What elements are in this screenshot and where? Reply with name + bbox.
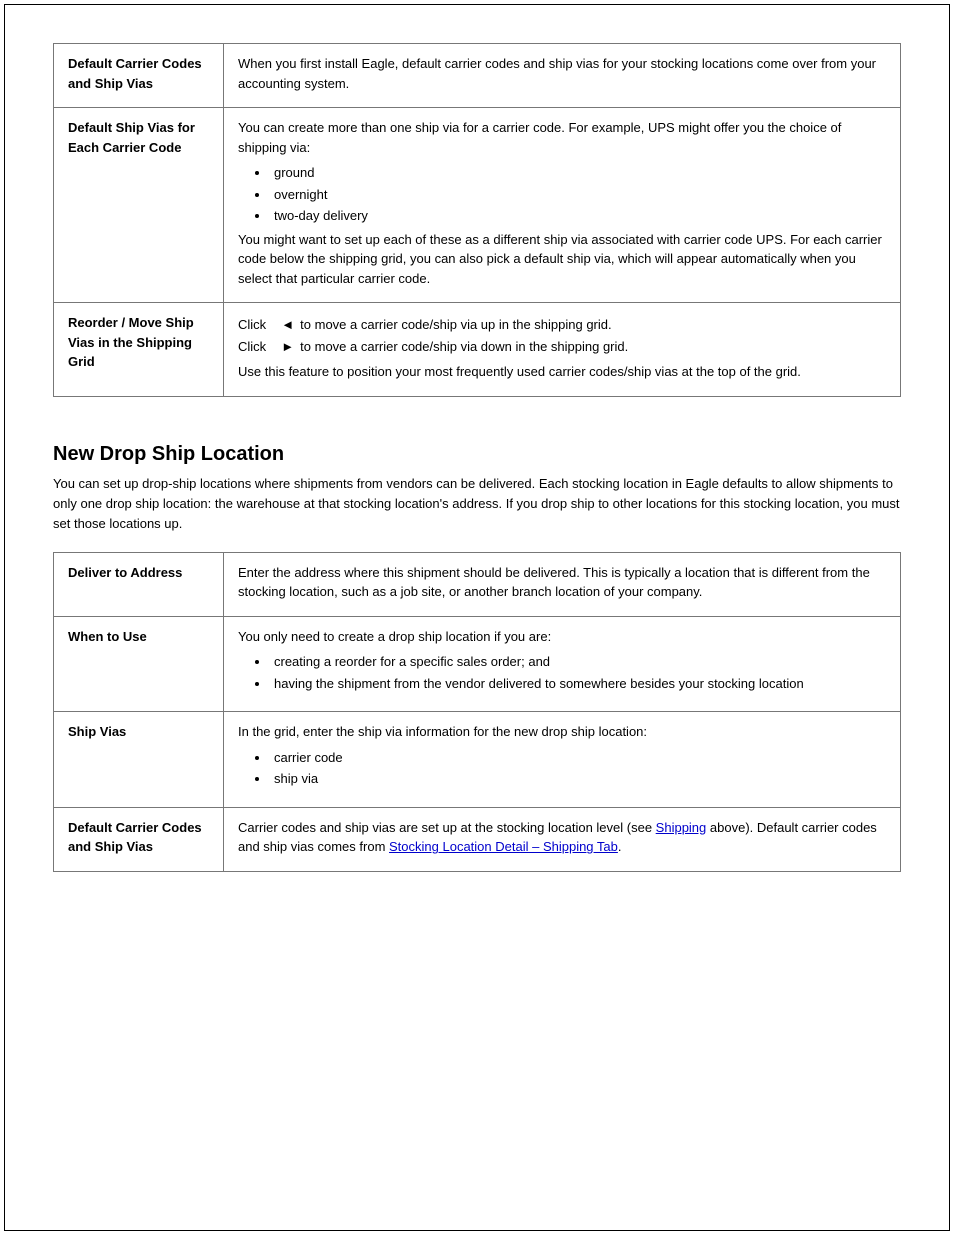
- table-row: Deliver to Address Enter the address whe…: [54, 552, 901, 616]
- move-up-line: Click ◄ to move a carrier code/ship via …: [238, 315, 886, 335]
- table-row: Reorder / Move Ship Vias in the Shipping…: [54, 303, 901, 397]
- bullet-list: ground overnight two-day delivery: [238, 163, 886, 226]
- shipping-link[interactable]: Shipping: [656, 820, 707, 835]
- stocking-location-link[interactable]: Stocking Location Detail – Shipping Tab: [389, 839, 618, 854]
- row-label: Deliver to Address: [68, 565, 182, 580]
- cell-text: You only need to create a drop ship loca…: [238, 627, 886, 647]
- triangle-left-icon: ◄: [272, 315, 294, 335]
- row-label: Ship Vias: [68, 724, 126, 739]
- table-row: Default Carrier Codes and Ship Vias When…: [54, 44, 901, 108]
- row-label: Reorder / Move Ship Vias in the Shipping…: [68, 315, 194, 369]
- list-item: ship via: [270, 769, 886, 789]
- list-item: overnight: [270, 185, 886, 205]
- cell-text: When you first install Eagle, default ca…: [238, 56, 876, 91]
- list-item: having the shipment from the vendor deli…: [270, 674, 886, 694]
- drop-ship-table: Deliver to Address Enter the address whe…: [53, 552, 901, 872]
- triangle-right-icon: ►: [272, 337, 294, 357]
- cell-text: In the grid, enter the ship via informat…: [238, 722, 886, 742]
- cell-text: Use this feature to position your most f…: [238, 362, 886, 382]
- row-label: Default Ship Vias for Each Carrier Code: [68, 120, 195, 155]
- bullet-list: carrier code ship via: [238, 748, 886, 789]
- table-row: Default Carrier Codes and Ship Vias Carr…: [54, 807, 901, 871]
- list-item: creating a reorder for a specific sales …: [270, 652, 886, 672]
- cell-text: You might want to set up each of these a…: [238, 230, 886, 289]
- cell-text: Carrier codes and ship vias are set up a…: [238, 820, 656, 835]
- list-item: carrier code: [270, 748, 886, 768]
- row-label: Default Carrier Codes and Ship Vias: [68, 820, 202, 855]
- cell-text: .: [618, 839, 622, 854]
- cell-text: You can create more than one ship via fo…: [238, 118, 886, 157]
- bullet-list: creating a reorder for a specific sales …: [238, 652, 886, 693]
- list-item: two-day delivery: [270, 206, 886, 226]
- row-label: Default Carrier Codes and Ship Vias: [68, 56, 202, 91]
- section-title: New Drop Ship Location: [53, 443, 901, 466]
- row-label: When to Use: [68, 629, 147, 644]
- table-row: Default Ship Vias for Each Carrier Code …: [54, 108, 901, 303]
- list-item: ground: [270, 163, 886, 183]
- table-row: When to Use You only need to create a dr…: [54, 616, 901, 712]
- cell-text: Enter the address where this shipment sh…: [238, 565, 870, 600]
- shipping-location-table: Default Carrier Codes and Ship Vias When…: [53, 43, 901, 397]
- section-intro: You can set up drop-ship locations where…: [53, 474, 901, 534]
- move-down-line: Click ► to move a carrier code/ship via …: [238, 337, 886, 357]
- table-row: Ship Vias In the grid, enter the ship vi…: [54, 712, 901, 808]
